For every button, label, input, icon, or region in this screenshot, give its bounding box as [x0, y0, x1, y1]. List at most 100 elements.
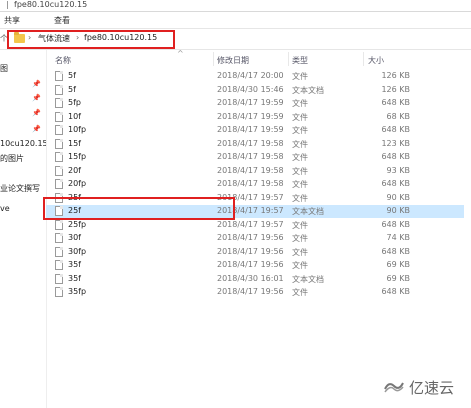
file-size: 126 KB: [381, 84, 410, 94]
column-divider[interactable]: [288, 52, 289, 66]
file-row[interactable]: 5f 2018/4/30 15:46 文本文档 126 KB: [46, 84, 464, 97]
file-name: 10f: [68, 111, 81, 121]
file-row[interactable]: 35fp 2018/4/17 19:56 文件 648 KB: [46, 286, 464, 299]
file-type: 文本文档: [292, 207, 324, 216]
column-name[interactable]: 名称: [55, 55, 71, 66]
file-name: 35f: [68, 260, 81, 269]
file-icon: [55, 71, 63, 81]
watermark-text: 亿速云: [409, 379, 455, 397]
tab-share[interactable]: 共享: [4, 15, 20, 26]
file-name: 10fp: [68, 125, 87, 134]
sidebar-item-drive[interactable]: ve: [0, 204, 10, 213]
file-icon: [55, 260, 63, 270]
file-name: 15f: [68, 138, 81, 148]
file-size: 648 KB: [381, 179, 410, 188]
file-row[interactable]: 25fp 2018/4/17 19:57 文件 648 KB: [46, 219, 464, 232]
file-size: 68 KB: [386, 111, 410, 121]
sidebar-item-pictures[interactable]: 图: [0, 63, 8, 74]
column-type[interactable]: 类型: [292, 55, 308, 66]
file-size: 90 KB: [386, 192, 410, 202]
file-name: 5fp: [68, 98, 81, 107]
file-name: 35f: [68, 273, 81, 283]
file-icon: [55, 98, 63, 108]
address-highlight-box: [7, 30, 175, 49]
navigation-pane: 图 📌 📌 📌 📌 10cu120.15 的图片 业论文撰写 ve: [0, 50, 47, 408]
file-icon: [55, 111, 63, 122]
file-icon: [55, 219, 63, 230]
file-date: 2018/4/17 19:57: [217, 219, 284, 229]
file-icon: [55, 165, 63, 176]
file-icon: [55, 233, 63, 243]
file-size: 648 KB: [381, 246, 410, 256]
sidebar-item-thesis[interactable]: 业论文撰写: [0, 183, 40, 194]
column-date[interactable]: 修改日期: [217, 55, 249, 66]
file-icon: [55, 287, 63, 297]
column-size[interactable]: 大小: [368, 55, 384, 66]
file-name: 5f: [68, 71, 76, 80]
file-size: 69 KB: [386, 260, 410, 269]
file-type: 文件: [292, 112, 308, 122]
title-separator: [7, 1, 8, 9]
file-name: 30f: [68, 233, 81, 242]
file-row[interactable]: 30f 2018/4/17 19:56 文件 74 KB: [46, 232, 464, 245]
file-icon: [55, 84, 63, 95]
sidebar-item-folder[interactable]: 10cu120.15: [0, 139, 46, 148]
file-date: 2018/4/17 19:56: [217, 260, 284, 269]
file-date: 2018/4/17 19:58: [217, 152, 284, 161]
sort-caret-icon: ^: [177, 49, 184, 58]
file-row[interactable]: 10fp 2018/4/17 19:59 文件 648 KB: [46, 124, 464, 137]
file-row[interactable]: 20f 2018/4/17 19:58 文件 93 KB: [46, 165, 464, 178]
file-size: 648 KB: [381, 125, 410, 134]
file-type: 文件: [292, 247, 308, 257]
file-size: 74 KB: [386, 233, 410, 242]
file-date: 2018/4/17 19:56: [217, 246, 284, 256]
tab-view[interactable]: 查看: [54, 15, 70, 26]
file-date: 2018/4/17 20:00: [217, 71, 284, 80]
file-size: 648 KB: [381, 287, 410, 296]
window-title: fpe80.10cu120.15: [14, 0, 88, 9]
file-row[interactable]: 30fp 2018/4/17 19:56 文件 648 KB: [46, 246, 464, 259]
file-row[interactable]: 15fp 2018/4/17 19:58 文件 648 KB: [46, 151, 464, 164]
file-row[interactable]: 5f 2018/4/17 20:00 文件 126 KB: [46, 70, 464, 83]
column-divider[interactable]: [363, 52, 364, 66]
file-date: 2018/4/17 19:59: [217, 111, 284, 121]
file-date: 2018/4/17 19:58: [217, 179, 284, 188]
file-type: 文件: [292, 126, 308, 135]
file-type: 文件: [292, 72, 308, 81]
file-date: 2018/4/17 19:58: [217, 165, 284, 175]
file-date: 2018/4/17 19:59: [217, 125, 284, 134]
file-type: 文件: [292, 180, 308, 189]
pin-icon: 📌: [32, 125, 41, 133]
file-row[interactable]: 20fp 2018/4/17 19:58 文件 648 KB: [46, 178, 464, 191]
file-name: 5f: [68, 84, 76, 94]
pin-icon: 📌: [32, 80, 41, 88]
file-size: 648 KB: [381, 152, 410, 161]
column-divider[interactable]: [213, 52, 214, 66]
file-type: 文件: [292, 288, 308, 297]
file-name: 20fp: [68, 179, 87, 188]
watermark-logo-icon: [384, 382, 404, 393]
file-type: 文件: [292, 220, 308, 230]
file-size: 93 KB: [386, 165, 410, 175]
file-icon: [55, 246, 63, 257]
file-size: 123 KB: [381, 138, 410, 148]
selection-highlight-box: [43, 197, 235, 220]
title-bar: fpe80.10cu120.15: [0, 0, 471, 12]
file-row[interactable]: 35f 2018/4/30 16:01 文本文档 69 KB: [46, 273, 464, 286]
file-type: 文本文档: [292, 274, 324, 284]
file-date: 2018/4/30 15:46: [217, 84, 284, 94]
file-row[interactable]: 15f 2018/4/17 19:58 文件 123 KB: [46, 138, 464, 151]
file-date: 2018/4/30 16:01: [217, 273, 284, 283]
file-icon: [55, 273, 63, 284]
file-type: 文件: [292, 193, 308, 203]
file-row[interactable]: 10f 2018/4/17 19:59 文件 68 KB: [46, 111, 464, 124]
file-date: 2018/4/17 19:56: [217, 287, 284, 296]
file-name: 25fp: [68, 219, 87, 229]
file-row[interactable]: 35f 2018/4/17 19:56 文件 69 KB: [46, 259, 464, 272]
file-type: 文件: [292, 166, 308, 176]
file-row[interactable]: 5fp 2018/4/17 19:59 文件 648 KB: [46, 97, 464, 110]
file-icon: [55, 152, 63, 162]
file-name: 15fp: [68, 152, 87, 161]
file-type: 文本文档: [292, 85, 324, 95]
sidebar-item-images[interactable]: 的图片: [0, 153, 24, 164]
